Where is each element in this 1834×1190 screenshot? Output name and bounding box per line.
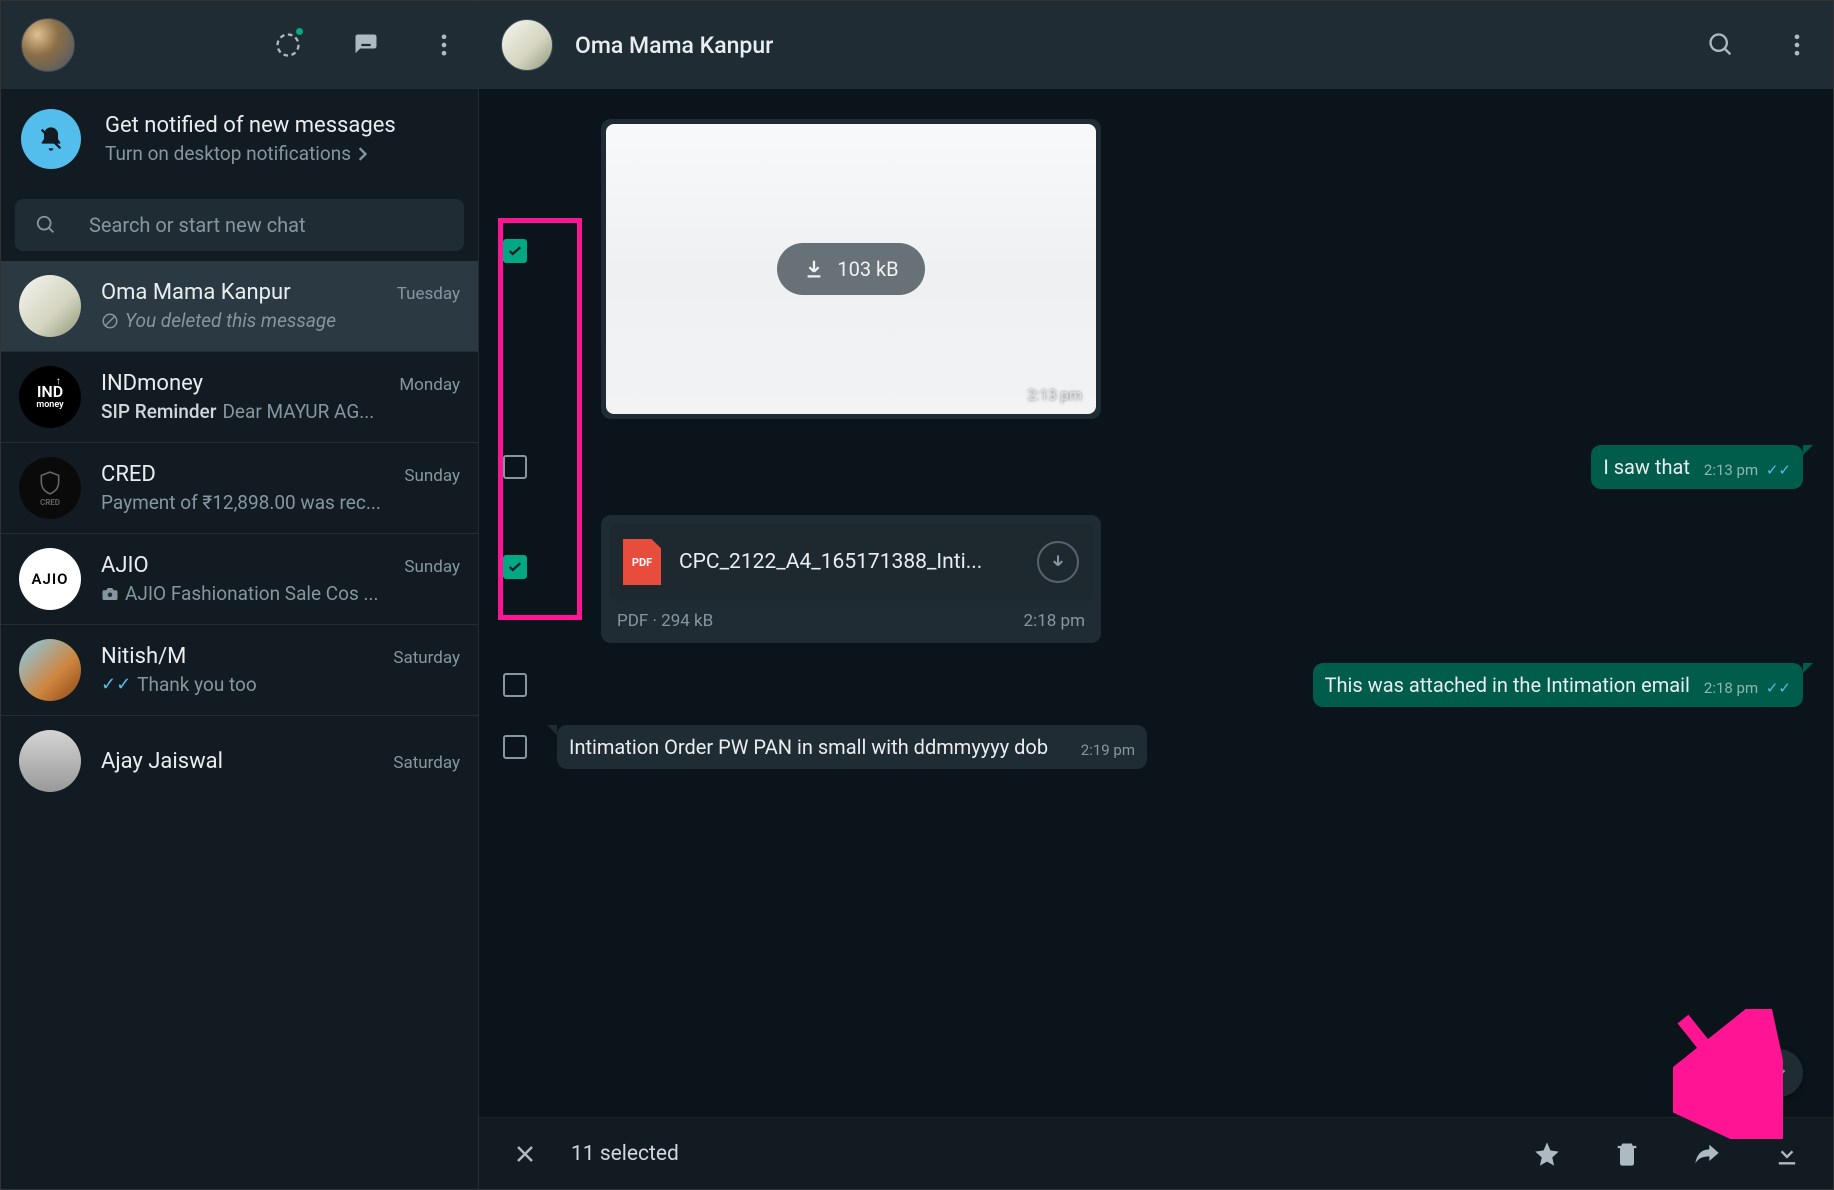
chat-item[interactable]: AJIO AJIO Sunday AJIO Fashionation Sale C… xyxy=(1,534,478,625)
chat-item[interactable]: Ajay Jaiswal Saturday xyxy=(1,716,478,806)
chat-item[interactable]: Nitish/M Saturday ✓✓Thank you too xyxy=(1,625,478,716)
sidebar-header xyxy=(1,1,478,89)
blocked-icon xyxy=(101,312,119,330)
pdf-icon: PDF xyxy=(623,539,661,585)
search-icon xyxy=(35,214,57,236)
star-button[interactable] xyxy=(1533,1140,1561,1168)
chat-preview: You deleted this message xyxy=(125,309,336,332)
outgoing-message[interactable]: This was attached in the Intimation emai… xyxy=(1313,663,1803,707)
message-time: 2:13 pm ✓✓ xyxy=(1704,461,1791,479)
download-badge[interactable]: 103 kB xyxy=(777,243,924,295)
sidebar: Get notified of new messages Turn on des… xyxy=(1,1,479,1189)
chat-name: Nitish/M xyxy=(101,644,186,669)
chat-avatar: CRED xyxy=(19,457,81,519)
outgoing-message[interactable]: I saw that 2:13 pm ✓✓ xyxy=(1591,445,1803,489)
search-placeholder: Search or start new chat xyxy=(89,213,306,237)
message-checkbox[interactable] xyxy=(503,673,527,697)
chat-time: Sunday xyxy=(404,557,460,577)
notify-subtitle: Turn on desktop notifications xyxy=(105,142,396,165)
read-ticks-icon: ✓✓ xyxy=(1762,461,1791,479)
message-checkbox[interactable] xyxy=(503,555,527,579)
file-message[interactable]: PDF CPC_2122_A4_165171388_Inti... PDF · … xyxy=(601,515,1101,643)
chat-time: Tuesday xyxy=(397,284,460,304)
chat-name: CRED xyxy=(101,462,156,487)
chat-avatar: IND↑money xyxy=(19,366,81,428)
file-meta: PDF · 294 kB xyxy=(617,611,713,631)
selection-toolbar: 11 selected xyxy=(479,1117,1833,1189)
chat-preview: Payment of ₹12,898.00 was rec... xyxy=(101,491,460,514)
chat-preview: SIP Reminder Dear MAYUR AG... xyxy=(101,400,460,423)
notification-banner[interactable]: Get notified of new messages Turn on des… xyxy=(1,89,478,189)
chat-item[interactable]: IND↑money INDmoney Monday SIP Reminder De… xyxy=(1,352,478,443)
image-message[interactable]: 103 kB 2:13 pm xyxy=(601,119,1101,419)
read-ticks-icon: ✓✓ xyxy=(101,674,131,695)
chat-name: INDmoney xyxy=(101,371,203,396)
status-icon[interactable] xyxy=(274,31,302,59)
file-name: CPC_2122_A4_165171388_Inti... xyxy=(679,550,1019,574)
chat-item[interactable]: Oma Mama Kanpur Tuesday You deleted this … xyxy=(1,261,478,352)
message-checkbox[interactable] xyxy=(503,735,527,759)
chat-avatar xyxy=(19,275,81,337)
conversation-title[interactable]: Oma Mama Kanpur xyxy=(575,32,773,59)
download-button[interactable] xyxy=(1773,1140,1801,1168)
chat-time: Saturday xyxy=(393,753,460,773)
chat-time: Sunday xyxy=(404,466,460,486)
bell-icon xyxy=(21,109,81,169)
chat-item[interactable]: CRED CRED Sunday Payment of ₹12,898.00 wa… xyxy=(1,443,478,534)
chat-avatar xyxy=(19,639,81,701)
message-time: 2:18 pm ✓✓ xyxy=(1704,679,1791,697)
message-checkbox[interactable] xyxy=(503,455,527,479)
message-time: 2:13 pm xyxy=(1028,386,1082,404)
notify-title: Get notified of new messages xyxy=(105,113,396,138)
conversation-avatar[interactable] xyxy=(501,19,553,71)
message-time: 2:18 pm xyxy=(1024,611,1085,631)
selection-count: 11 selected xyxy=(571,1142,679,1166)
chat-list: Oma Mama Kanpur Tuesday You deleted this … xyxy=(1,261,478,1189)
messages-area: 103 kB 2:13 pm I saw that 2:13 pm ✓✓ xyxy=(479,89,1833,1117)
chat-avatar xyxy=(19,730,81,792)
conversation-header: Oma Mama Kanpur xyxy=(479,1,1833,89)
read-ticks-icon: ✓✓ xyxy=(1762,679,1791,697)
chat-time: Saturday xyxy=(393,648,460,668)
chat-time: Monday xyxy=(399,375,460,395)
message-text: This was attached in the Intimation emai… xyxy=(1325,673,1690,697)
message-text: Intimation Order PW PAN in small with dd… xyxy=(569,735,1048,759)
download-arrow-icon xyxy=(803,258,825,280)
incoming-message[interactable]: Intimation Order PW PAN in small with dd… xyxy=(557,725,1147,769)
conversation-menu-icon[interactable] xyxy=(1783,31,1811,59)
search-input[interactable]: Search or start new chat xyxy=(15,199,464,251)
file-download-button[interactable] xyxy=(1037,541,1079,583)
camera-icon xyxy=(101,585,119,603)
new-chat-icon[interactable] xyxy=(352,31,380,59)
chat-name: AJIO xyxy=(101,553,149,578)
image-size: 103 kB xyxy=(837,257,898,281)
menu-icon[interactable] xyxy=(430,31,458,59)
chat-preview: ✓✓Thank you too xyxy=(101,673,460,696)
chat-name: Oma Mama Kanpur xyxy=(101,280,291,305)
forward-button[interactable] xyxy=(1693,1140,1721,1168)
close-selection-button[interactable] xyxy=(511,1140,539,1168)
chat-avatar: AJIO xyxy=(19,548,81,610)
chat-name: Ajay Jaiswal xyxy=(101,749,223,774)
my-avatar[interactable] xyxy=(21,18,75,72)
message-text: I saw that xyxy=(1603,455,1690,479)
message-time: 2:19 pm xyxy=(1081,741,1135,759)
search-in-chat-icon[interactable] xyxy=(1707,31,1735,59)
delete-button[interactable] xyxy=(1613,1140,1641,1168)
message-checkbox[interactable] xyxy=(503,239,527,263)
scroll-down-button[interactable] xyxy=(1755,1049,1803,1097)
conversation-panel: Oma Mama Kanpur 103 kB 2:13 pm xyxy=(479,1,1833,1189)
chat-preview: AJIO Fashionation Sale Cos ... xyxy=(101,582,460,605)
